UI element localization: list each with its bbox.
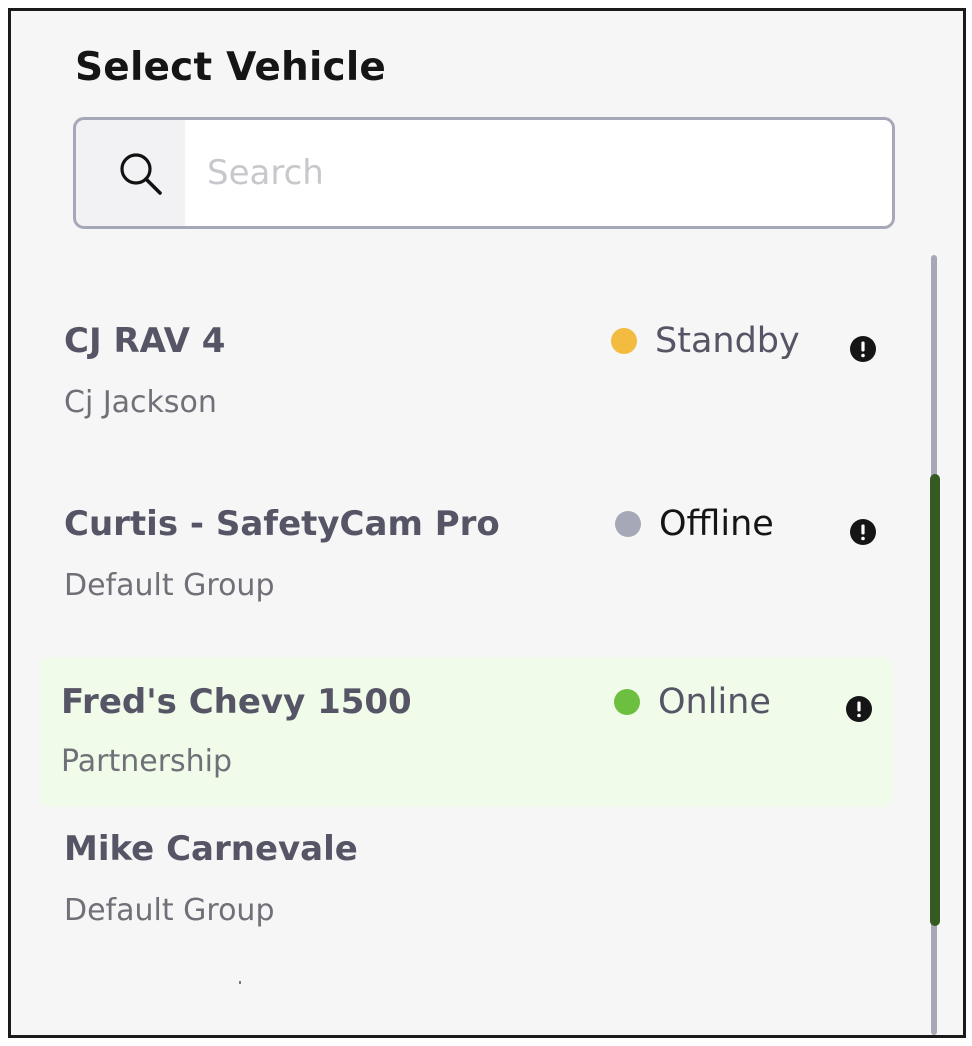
status-dot bbox=[614, 689, 640, 715]
divider-mark bbox=[239, 981, 241, 984]
status-indicator: Standby bbox=[611, 321, 800, 361]
page-title: Select Vehicle bbox=[75, 45, 387, 90]
vehicle-row-curtis-safetycam-pro[interactable]: Curtis - SafetyCam Pro Default Group Off… bbox=[11, 474, 923, 657]
status-label: Offline bbox=[659, 504, 774, 544]
vehicle-name: Fred's Chevy 1500 bbox=[61, 682, 412, 722]
search-input[interactable] bbox=[185, 120, 892, 226]
vehicle-group: Cj Jackson bbox=[64, 385, 217, 420]
status-indicator: Online bbox=[614, 682, 771, 722]
status-label: Online bbox=[658, 682, 771, 722]
status-dot bbox=[615, 511, 641, 537]
search-icon[interactable] bbox=[116, 149, 166, 199]
vehicle-row-cj-rav-4[interactable]: CJ RAV 4 Cj Jackson Standby bbox=[11, 291, 923, 474]
vehicle-name: Curtis - SafetyCam Pro bbox=[64, 504, 500, 544]
status-dot bbox=[611, 328, 637, 354]
alert-icon[interactable] bbox=[849, 518, 877, 546]
vehicle-name: CJ RAV 4 bbox=[64, 321, 226, 361]
vehicle-group: Default Group bbox=[64, 893, 275, 928]
vehicle-list: CJ RAV 4 Cj Jackson Standby Curtis - Saf… bbox=[11, 291, 923, 982]
vehicle-name: Mike Carnevale bbox=[64, 829, 358, 869]
vehicle-group: Default Group bbox=[64, 568, 275, 603]
vehicle-row-mike-carnevale[interactable]: Mike Carnevale Default Group bbox=[11, 799, 923, 982]
vehicle-row-freds-chevy-1500[interactable]: Fred's Chevy 1500 Partnership Online bbox=[39, 657, 893, 807]
status-label: Standby bbox=[655, 321, 800, 361]
vehicle-selector-panel: Select Vehicle CJ RAV 4 Cj Jackson Stand… bbox=[8, 8, 966, 1038]
alert-icon[interactable] bbox=[849, 335, 877, 363]
status-indicator: Offline bbox=[615, 504, 774, 544]
scrollbar-thumb[interactable] bbox=[930, 474, 940, 926]
alert-icon[interactable] bbox=[845, 695, 873, 723]
search-box[interactable] bbox=[73, 117, 895, 229]
vehicle-group: Partnership bbox=[61, 744, 233, 779]
